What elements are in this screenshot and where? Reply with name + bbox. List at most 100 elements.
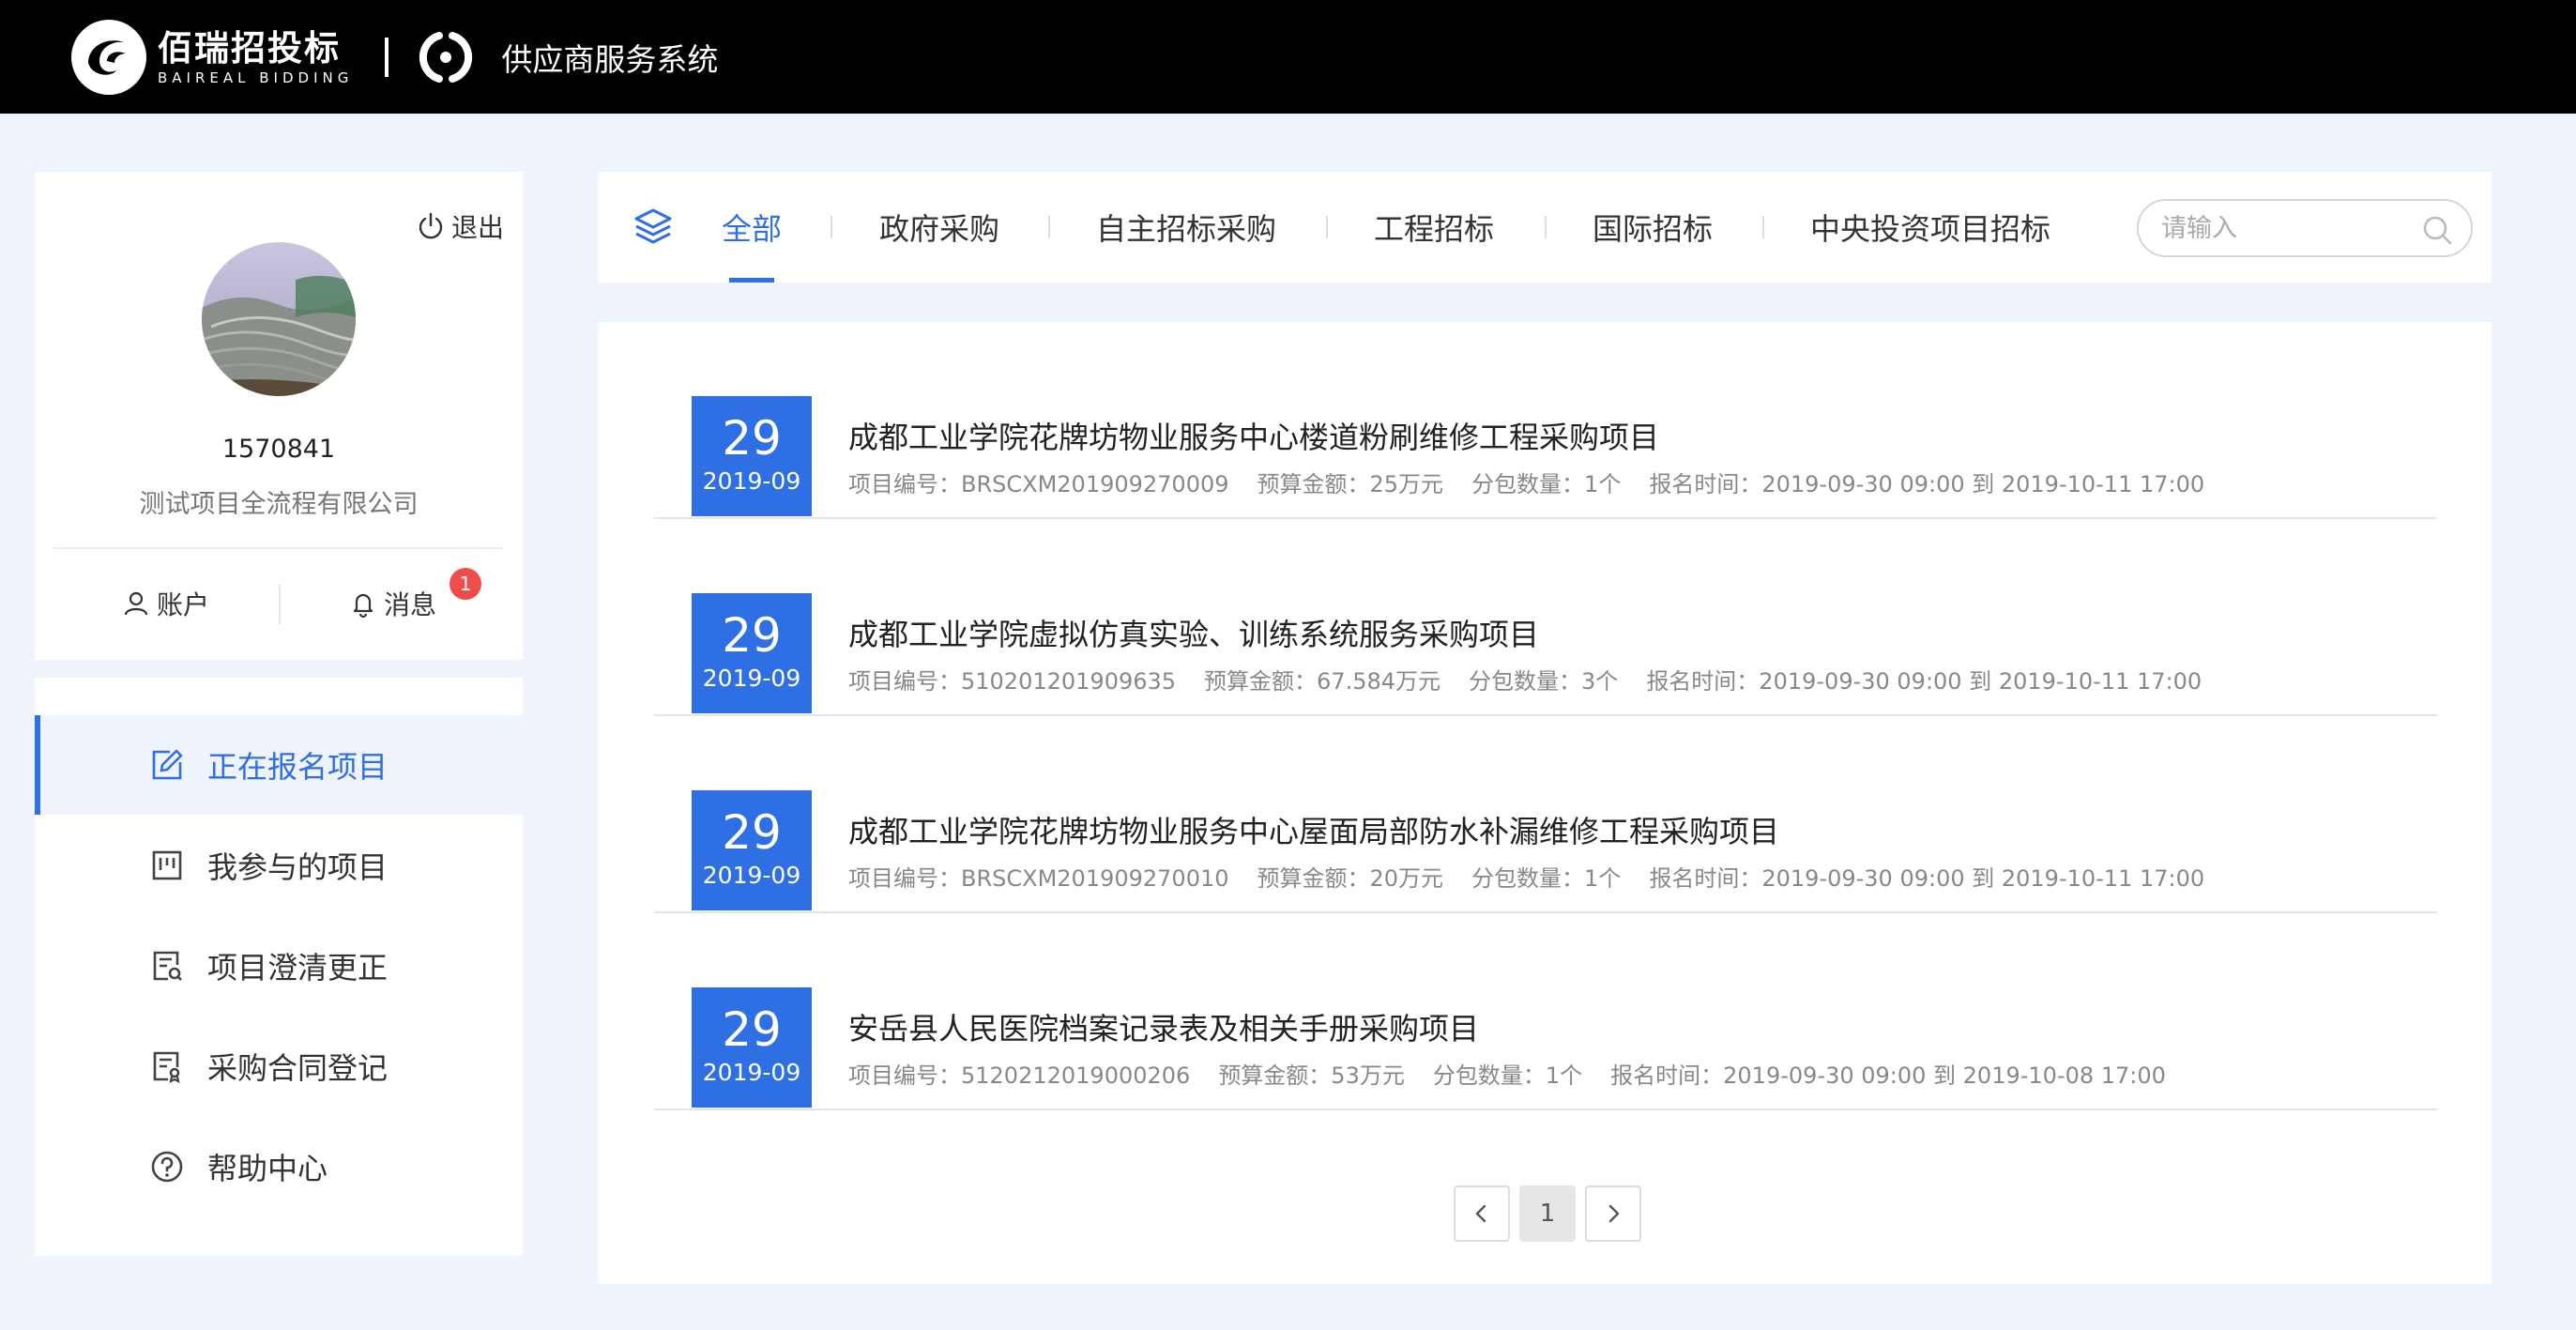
date-block: 29 2019-09 bbox=[692, 593, 812, 713]
menu-label: 采购合同登记 bbox=[207, 1050, 389, 1086]
board-icon bbox=[152, 850, 182, 880]
actions-divider bbox=[279, 585, 281, 624]
project-row[interactable]: 29 2019-09 安岳县人民医院档案记录表及相关手册采购项目 项目编号：51… bbox=[654, 913, 2437, 1110]
brand-logo-icon[interactable] bbox=[69, 18, 148, 97]
project-title[interactable]: 安岳县人民医院档案记录表及相关手册采购项目 bbox=[848, 1005, 1479, 1048]
active-tab-indicator bbox=[729, 278, 774, 283]
avatar[interactable] bbox=[202, 242, 356, 396]
project-title[interactable]: 成都工业学院花牌坊物业服务中心屋面局部防水补漏维修工程采购项目 bbox=[848, 808, 1779, 851]
brand-name-cn: 佰瑞招投标 bbox=[158, 27, 341, 69]
project-registration-time: 报名时间：2019-09-30 09:00 到 2019-10-11 17:00 bbox=[1649, 865, 2205, 892]
project-title[interactable]: 成都工业学院花牌坊物业服务中心楼道粉刷维修工程采购项目 bbox=[848, 414, 1659, 457]
date-year-month: 2019-09 bbox=[702, 665, 801, 692]
tab-separator bbox=[1048, 216, 1050, 238]
project-row[interactable]: 29 2019-09 成都工业学院花牌坊物业服务中心屋面局部防水补漏维修工程采购… bbox=[654, 716, 2437, 913]
project-lots: 分包数量：3个 bbox=[1469, 668, 1619, 695]
search-icon[interactable] bbox=[2420, 213, 2454, 247]
date-year-month: 2019-09 bbox=[702, 862, 801, 889]
account-button[interactable]: 账户 bbox=[121, 575, 209, 632]
user-icon bbox=[124, 591, 148, 616]
tab-separator bbox=[1326, 216, 1328, 238]
date-block: 29 2019-09 bbox=[692, 790, 812, 910]
project-lots: 分包数量：1个 bbox=[1432, 1062, 1583, 1089]
menu-item-registering[interactable]: 正在报名项目 bbox=[35, 715, 523, 815]
tab-separator bbox=[831, 216, 832, 238]
project-meta: 项目编号：510201201909635 预算金额：67.584万元 分包数量：3个… bbox=[848, 663, 2230, 696]
help-icon bbox=[151, 1151, 183, 1183]
message-count-badge: 1 bbox=[450, 568, 481, 600]
company-name: 测试项目全流程有限公司 bbox=[139, 490, 419, 519]
header-divider bbox=[385, 37, 389, 77]
tab-engineering[interactable]: 工程招标 bbox=[1374, 172, 1494, 283]
project-budget: 预算金额：25万元 bbox=[1257, 471, 1444, 497]
menu-label: 帮助中心 bbox=[207, 1151, 328, 1186]
page-number-button[interactable]: 1 bbox=[1519, 1185, 1576, 1242]
menu-item-my-projects[interactable]: 我参与的项目 bbox=[35, 816, 523, 915]
message-button[interactable]: 消息 bbox=[348, 575, 436, 632]
contract-icon bbox=[153, 1051, 180, 1083]
project-code: 项目编号：510201201909635 bbox=[848, 668, 1177, 695]
logout-button[interactable]: 退出 bbox=[416, 207, 504, 245]
search-input[interactable] bbox=[2161, 213, 2415, 243]
project-registration-time: 报名时间：2019-09-30 09:00 到 2019-10-11 17:00 bbox=[1646, 668, 2203, 695]
brand-name: 佰瑞招投标 BAIREAL BIDDING bbox=[158, 28, 353, 86]
profile-actions: 账户 消息 1 bbox=[35, 568, 523, 632]
chevron-left-icon bbox=[1475, 1204, 1486, 1223]
tab-separator bbox=[1762, 216, 1764, 238]
menu-item-contract[interactable]: 采购合同登记 bbox=[35, 1017, 523, 1116]
user-id: 1570841 bbox=[221, 435, 336, 464]
layers-icon bbox=[634, 208, 672, 244]
message-label: 消息 bbox=[384, 589, 437, 620]
project-row[interactable]: 29 2019-09 成都工业学院虚拟仿真实验、训练系统服务采购项目 项目编号：… bbox=[654, 519, 2437, 716]
brand-name-en: BAIREAL BIDDING bbox=[158, 69, 354, 86]
project-budget: 预算金额：53万元 bbox=[1218, 1062, 1405, 1089]
project-registration-time: 报名时间：2019-09-30 09:00 到 2019-10-08 17:00 bbox=[1610, 1062, 2166, 1089]
profile-divider bbox=[53, 547, 504, 549]
system-name: 供应商服务系统 bbox=[501, 40, 719, 78]
profile-card: 退出 1570841 测试项目全流程有限公司 账户 消息 1 bbox=[35, 172, 523, 660]
project-code: 项目编号：5120212019000206 bbox=[848, 1062, 1191, 1089]
tab-self-procurement[interactable]: 自主招标采购 bbox=[1096, 172, 1276, 283]
project-registration-time: 报名时间：2019-09-30 09:00 到 2019-10-11 17:00 bbox=[1649, 471, 2205, 497]
date-day: 29 bbox=[722, 608, 782, 663]
project-row[interactable]: 29 2019-09 成都工业学院花牌坊物业服务中心楼道粉刷维修工程采购项目 项… bbox=[654, 322, 2437, 519]
logout-label: 退出 bbox=[450, 212, 504, 243]
tab-international[interactable]: 国际招标 bbox=[1593, 172, 1713, 283]
edit-icon bbox=[152, 749, 183, 780]
system-logo-icon bbox=[419, 31, 473, 83]
tab-separator bbox=[1545, 216, 1547, 238]
top-header: 佰瑞招投标 BAIREAL BIDDING 供应商服务系统 bbox=[0, 0, 2576, 114]
menu-label: 我参与的项目 bbox=[207, 849, 389, 885]
chevron-right-icon bbox=[1608, 1204, 1620, 1223]
tab-central-investment[interactable]: 中央投资项目招标 bbox=[1810, 172, 2050, 283]
side-menu: 正在报名项目 我参与的项目 项目澄清更正 采购合同登记 帮助中心 bbox=[35, 678, 523, 1256]
document-search-icon bbox=[153, 951, 182, 981]
project-code: 项目编号：BRSCXM201909270009 bbox=[848, 471, 1229, 497]
menu-label: 项目澄清更正 bbox=[207, 950, 389, 986]
category-tabbar: 全部 政府采购 自主招标采购 工程招标 国际招标 中央投资项目招标 bbox=[598, 172, 2492, 283]
account-label: 账户 bbox=[157, 589, 210, 620]
menu-label: 正在报名项目 bbox=[207, 749, 389, 785]
date-day: 29 bbox=[722, 1002, 782, 1057]
project-list: 29 2019-09 成都工业学院花牌坊物业服务中心楼道粉刷维修工程采购项目 项… bbox=[598, 322, 2492, 1284]
project-meta: 项目编号：BRSCXM201909270010 预算金额：20万元 分包数量：1个报… bbox=[848, 860, 2233, 893]
project-budget: 预算金额：20万元 bbox=[1257, 865, 1444, 892]
menu-item-clarification[interactable]: 项目澄清更正 bbox=[35, 916, 523, 1016]
project-title[interactable]: 成都工业学院虚拟仿真实验、训练系统服务采购项目 bbox=[848, 611, 1539, 654]
date-block: 29 2019-09 bbox=[692, 987, 812, 1108]
project-meta: 项目编号：5120212019000206 预算金额：53万元 分包数量：1个 报名时… bbox=[848, 1057, 2194, 1090]
tab-all[interactable]: 全部 bbox=[722, 172, 782, 283]
project-lots: 分包数量：1个 bbox=[1471, 471, 1622, 497]
date-year-month: 2019-09 bbox=[702, 467, 801, 495]
prev-page-button[interactable] bbox=[1454, 1185, 1510, 1242]
project-code: 项目编号：BRSCXM201909270010 bbox=[848, 865, 1229, 892]
date-year-month: 2019-09 bbox=[702, 1059, 801, 1086]
avatar-image bbox=[202, 242, 356, 396]
tab-government[interactable]: 政府采购 bbox=[879, 172, 999, 283]
menu-item-help[interactable]: 帮助中心 bbox=[35, 1117, 523, 1216]
next-page-button[interactable] bbox=[1585, 1185, 1641, 1242]
project-lots: 分包数量：1个 bbox=[1471, 865, 1622, 892]
date-day: 29 bbox=[722, 805, 782, 860]
pagination: 1 bbox=[1454, 1185, 1651, 1242]
bell-icon bbox=[353, 593, 373, 619]
